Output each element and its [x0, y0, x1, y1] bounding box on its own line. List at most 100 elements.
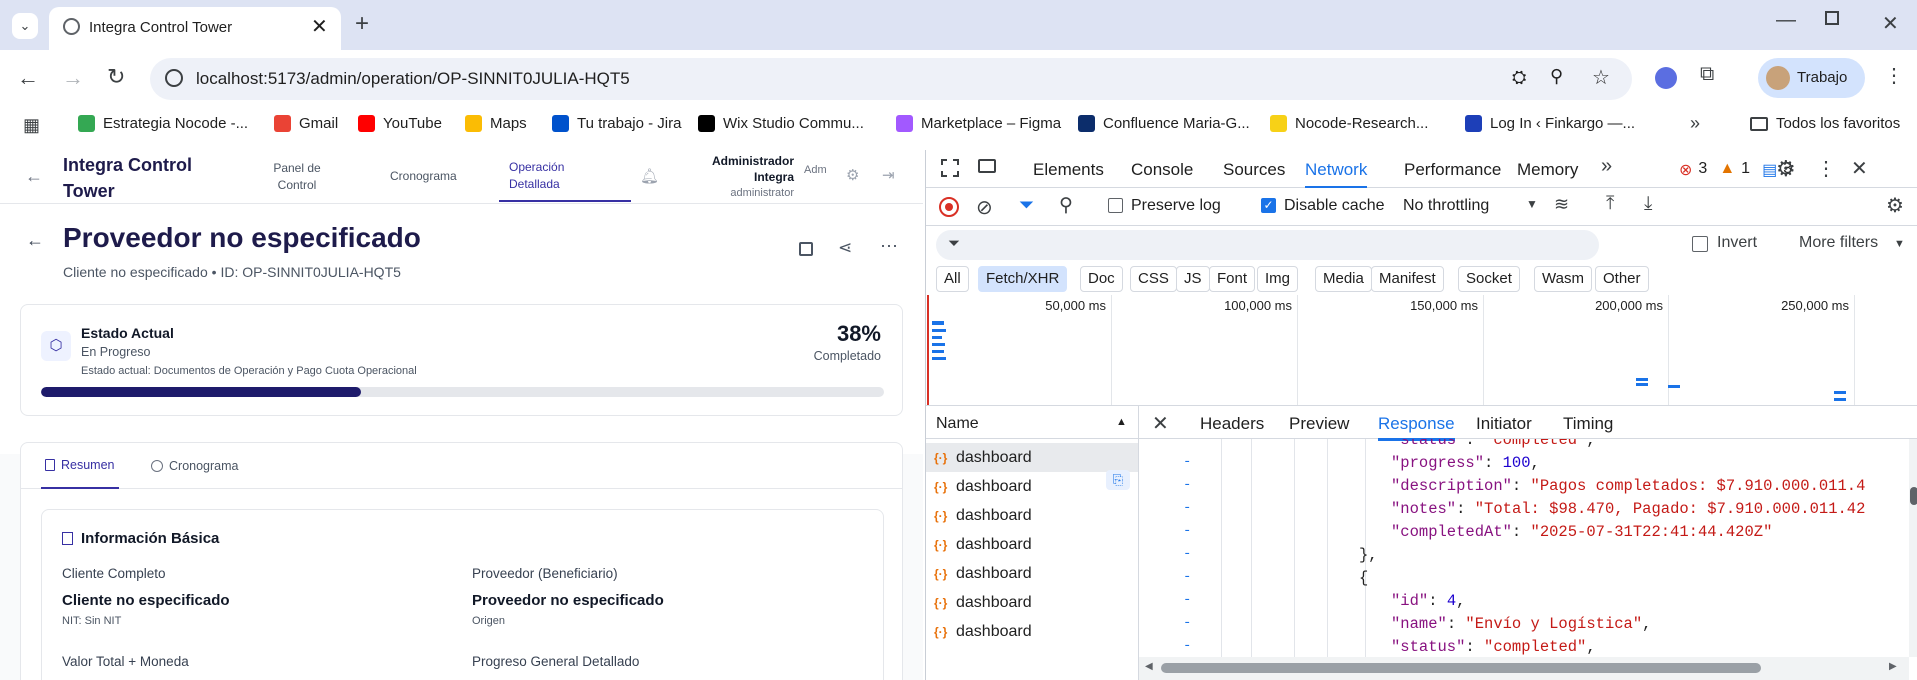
- bookmark-item[interactable]: Wix Studio Commu...: [698, 115, 864, 132]
- scroll-left-icon[interactable]: ◀: [1145, 661, 1153, 672]
- bookmark-item[interactable]: Tu trabajo - Jira: [552, 115, 681, 132]
- network-conditions-icon[interactable]: ≋: [1554, 194, 1569, 215]
- close-devtools-icon[interactable]: ✕: [1851, 156, 1868, 181]
- bell-icon[interactable]: 🔔︎: [640, 167, 659, 185]
- restore-icon[interactable]: [1825, 11, 1839, 25]
- back-icon[interactable]: ←: [17, 65, 39, 91]
- new-tab-icon[interactable]: +: [355, 10, 369, 38]
- devtools-tab-network[interactable]: Network: [1305, 160, 1368, 188]
- all-bookmarks[interactable]: Todos los favoritos: [1750, 115, 1900, 132]
- filter-icon[interactable]: ⏷: [1019, 195, 1034, 217]
- filter-chip[interactable]: Wasm: [1534, 266, 1592, 292]
- request-row[interactable]: {·} dashboard: [934, 501, 1139, 530]
- brand-title[interactable]: Integra Control Tower: [63, 152, 192, 204]
- settings-gear-icon[interactable]: ⚙: [1776, 156, 1796, 182]
- record-icon[interactable]: [939, 197, 959, 217]
- more-options-icon[interactable]: ⋯: [880, 236, 898, 257]
- reload-icon[interactable]: ↻: [107, 64, 125, 90]
- detail-tab-headers[interactable]: Headers: [1200, 414, 1264, 434]
- request-row[interactable]: {·} dashboard: [934, 530, 1139, 559]
- devtools-tab-memory[interactable]: Memory: [1517, 160, 1578, 180]
- logout-icon[interactable]: ⇥: [882, 166, 895, 184]
- request-row[interactable]: {·} dashboard: [934, 617, 1139, 646]
- settings-gear-icon[interactable]: ⚙: [846, 166, 859, 184]
- share-icon[interactable]: ⋖: [838, 238, 852, 258]
- minimize-icon[interactable]: —: [1776, 9, 1796, 32]
- preserve-log-checkbox[interactable]: [1108, 198, 1123, 213]
- site-info-icon[interactable]: [165, 69, 183, 87]
- network-settings-icon[interactable]: ⚙: [1886, 193, 1904, 218]
- inspect-element-icon[interactable]: [941, 159, 959, 177]
- devtools-tab-console[interactable]: Console: [1131, 160, 1193, 180]
- more-filters-chevron-icon[interactable]: ▼: [1894, 238, 1905, 250]
- copy-icon[interactable]: [799, 242, 813, 256]
- filter-chip[interactable]: Font: [1209, 266, 1256, 292]
- more-tabs-icon[interactable]: »: [1601, 155, 1612, 178]
- forward-icon[interactable]: →: [62, 65, 84, 91]
- detail-tab-preview[interactable]: Preview: [1289, 414, 1349, 434]
- scroll-right-icon[interactable]: ▶: [1889, 661, 1897, 672]
- address-bar[interactable]: localhost:5173/admin/operation/OP-SINNIT…: [150, 58, 1632, 100]
- profile-button[interactable]: Trabajo: [1758, 58, 1865, 98]
- apps-grid-icon[interactable]: ▦: [23, 115, 40, 136]
- devtools-tab-sources[interactable]: Sources: [1223, 160, 1285, 180]
- bookmark-item[interactable]: Marketplace – Figma: [896, 115, 1061, 132]
- filter-chip[interactable]: All: [936, 266, 969, 292]
- extension-icon[interactable]: [1655, 67, 1677, 89]
- menu-kebab-icon[interactable]: ⋮: [1884, 63, 1904, 88]
- chevron-down-icon[interactable]: ▼: [1526, 197, 1538, 211]
- sort-ascending-icon[interactable]: ▲: [1116, 416, 1127, 428]
- filter-input[interactable]: ⏷: [936, 230, 1599, 260]
- invert-checkbox[interactable]: [1692, 236, 1708, 252]
- nav-operacion-detallada[interactable]: Operación Detallada: [499, 159, 631, 202]
- bookmark-item[interactable]: Nocode-Research...: [1270, 115, 1428, 132]
- bookmark-item[interactable]: YouTube: [358, 115, 442, 132]
- avatar[interactable]: Adm: [804, 164, 830, 176]
- browser-tab[interactable]: Integra Control Tower ✕: [49, 7, 341, 50]
- filter-chip[interactable]: CSS: [1130, 266, 1177, 292]
- detail-tab-initiator[interactable]: Initiator: [1476, 414, 1532, 434]
- request-row[interactable]: {·} dashboard: [926, 443, 1138, 472]
- extensions-puzzle-icon[interactable]: ⧉: [1700, 63, 1714, 86]
- bookmark-star-icon[interactable]: ☆: [1592, 65, 1610, 90]
- page-back-icon[interactable]: ←: [26, 230, 44, 251]
- scrollbar-thumb[interactable]: [1161, 663, 1761, 673]
- zoom-icon[interactable]: ⚲: [1550, 66, 1563, 87]
- back-arrow-icon[interactable]: ←: [25, 166, 43, 187]
- tab-search-icon[interactable]: ⌄: [12, 13, 38, 39]
- devtools-tab-elements[interactable]: Elements: [1033, 160, 1104, 180]
- devtools-menu-icon[interactable]: ⋮: [1816, 156, 1836, 181]
- url-text[interactable]: localhost:5173/admin/operation/OP-SINNIT…: [196, 69, 630, 89]
- filter-chip[interactable]: Media: [1315, 266, 1372, 292]
- export-har-icon[interactable]: ⤓: [1644, 193, 1652, 215]
- bookmark-item[interactable]: Estrategia Nocode -...: [78, 115, 248, 132]
- close-tab-icon[interactable]: ✕: [311, 14, 328, 39]
- request-row[interactable]: {·} dashboard: [934, 588, 1139, 617]
- filter-chip[interactable]: Doc: [1080, 266, 1123, 292]
- filter-chip[interactable]: Manifest: [1371, 266, 1444, 292]
- chevron-double-right-icon[interactable]: »: [1690, 113, 1700, 134]
- device-toolbar-icon[interactable]: [978, 159, 996, 173]
- request-row[interactable]: {·} dashboard: [934, 559, 1139, 588]
- nav-panel-control[interactable]: Panel de Control: [272, 160, 322, 194]
- import-har-icon[interactable]: ⤒: [1606, 193, 1614, 215]
- search-icon[interactable]: ⚲: [1059, 194, 1073, 217]
- more-filters-button[interactable]: More filters: [1799, 234, 1878, 252]
- filter-chip[interactable]: JS: [1176, 266, 1210, 292]
- tab-resumen[interactable]: Resumen: [41, 443, 119, 489]
- filter-chip[interactable]: Fetch/XHR: [978, 266, 1068, 292]
- nav-cronograma[interactable]: Cronograma: [390, 168, 457, 185]
- name-column-header[interactable]: Name ▲: [926, 405, 1138, 439]
- clear-icon[interactable]: ⊘: [976, 195, 993, 220]
- response-body[interactable]: - "status": "completed", - "progress": 100,…: [1138, 439, 1917, 680]
- bookmark-item[interactable]: Confluence Maria-G...: [1078, 115, 1250, 132]
- translate-icon[interactable]: ⛭: [1512, 67, 1526, 88]
- filter-chip[interactable]: Img: [1257, 266, 1299, 292]
- bookmark-item[interactable]: Gmail: [274, 115, 338, 132]
- close-detail-icon[interactable]: ✕: [1152, 411, 1169, 436]
- bookmark-item[interactable]: Log In ‹ Finkargo —...: [1465, 115, 1635, 132]
- throttling-select[interactable]: No throttling: [1403, 197, 1489, 215]
- vertical-scrollbar[interactable]: [1909, 439, 1917, 657]
- disable-cache-checkbox[interactable]: ✓: [1261, 198, 1276, 213]
- horizontal-scrollbar[interactable]: ◀ ▶: [1139, 657, 1909, 680]
